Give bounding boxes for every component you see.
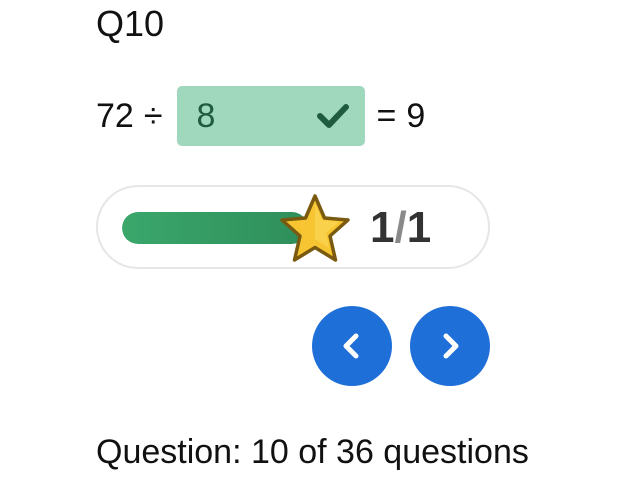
quiz-page: Q10 72 ÷ = 9 1/1 Quest bbox=[0, 0, 644, 483]
score-total: 1 bbox=[406, 203, 432, 252]
score-separator: / bbox=[394, 203, 407, 252]
question-status: Question: 10 of 36 questions bbox=[96, 433, 529, 471]
answer-box[interactable] bbox=[176, 86, 365, 146]
result-value: 9 bbox=[406, 96, 426, 135]
progress-card: 1/1 bbox=[96, 185, 490, 269]
chevron-left-icon bbox=[343, 333, 359, 359]
equation: 72 ÷ = 9 bbox=[96, 86, 425, 146]
score-correct: 1 bbox=[370, 203, 395, 252]
dividend: 72 bbox=[96, 96, 134, 135]
check-icon bbox=[316, 104, 349, 128]
chevron-right-icon bbox=[443, 333, 459, 359]
star-icon bbox=[280, 194, 350, 262]
next-question-button[interactable] bbox=[410, 306, 490, 386]
question-title: Q10 bbox=[96, 3, 165, 44]
answer-input[interactable] bbox=[196, 96, 307, 136]
division-operator: ÷ bbox=[143, 96, 163, 135]
score: 1/1 bbox=[370, 201, 431, 255]
equals-sign: = bbox=[376, 96, 397, 135]
previous-question-button[interactable] bbox=[312, 306, 392, 386]
